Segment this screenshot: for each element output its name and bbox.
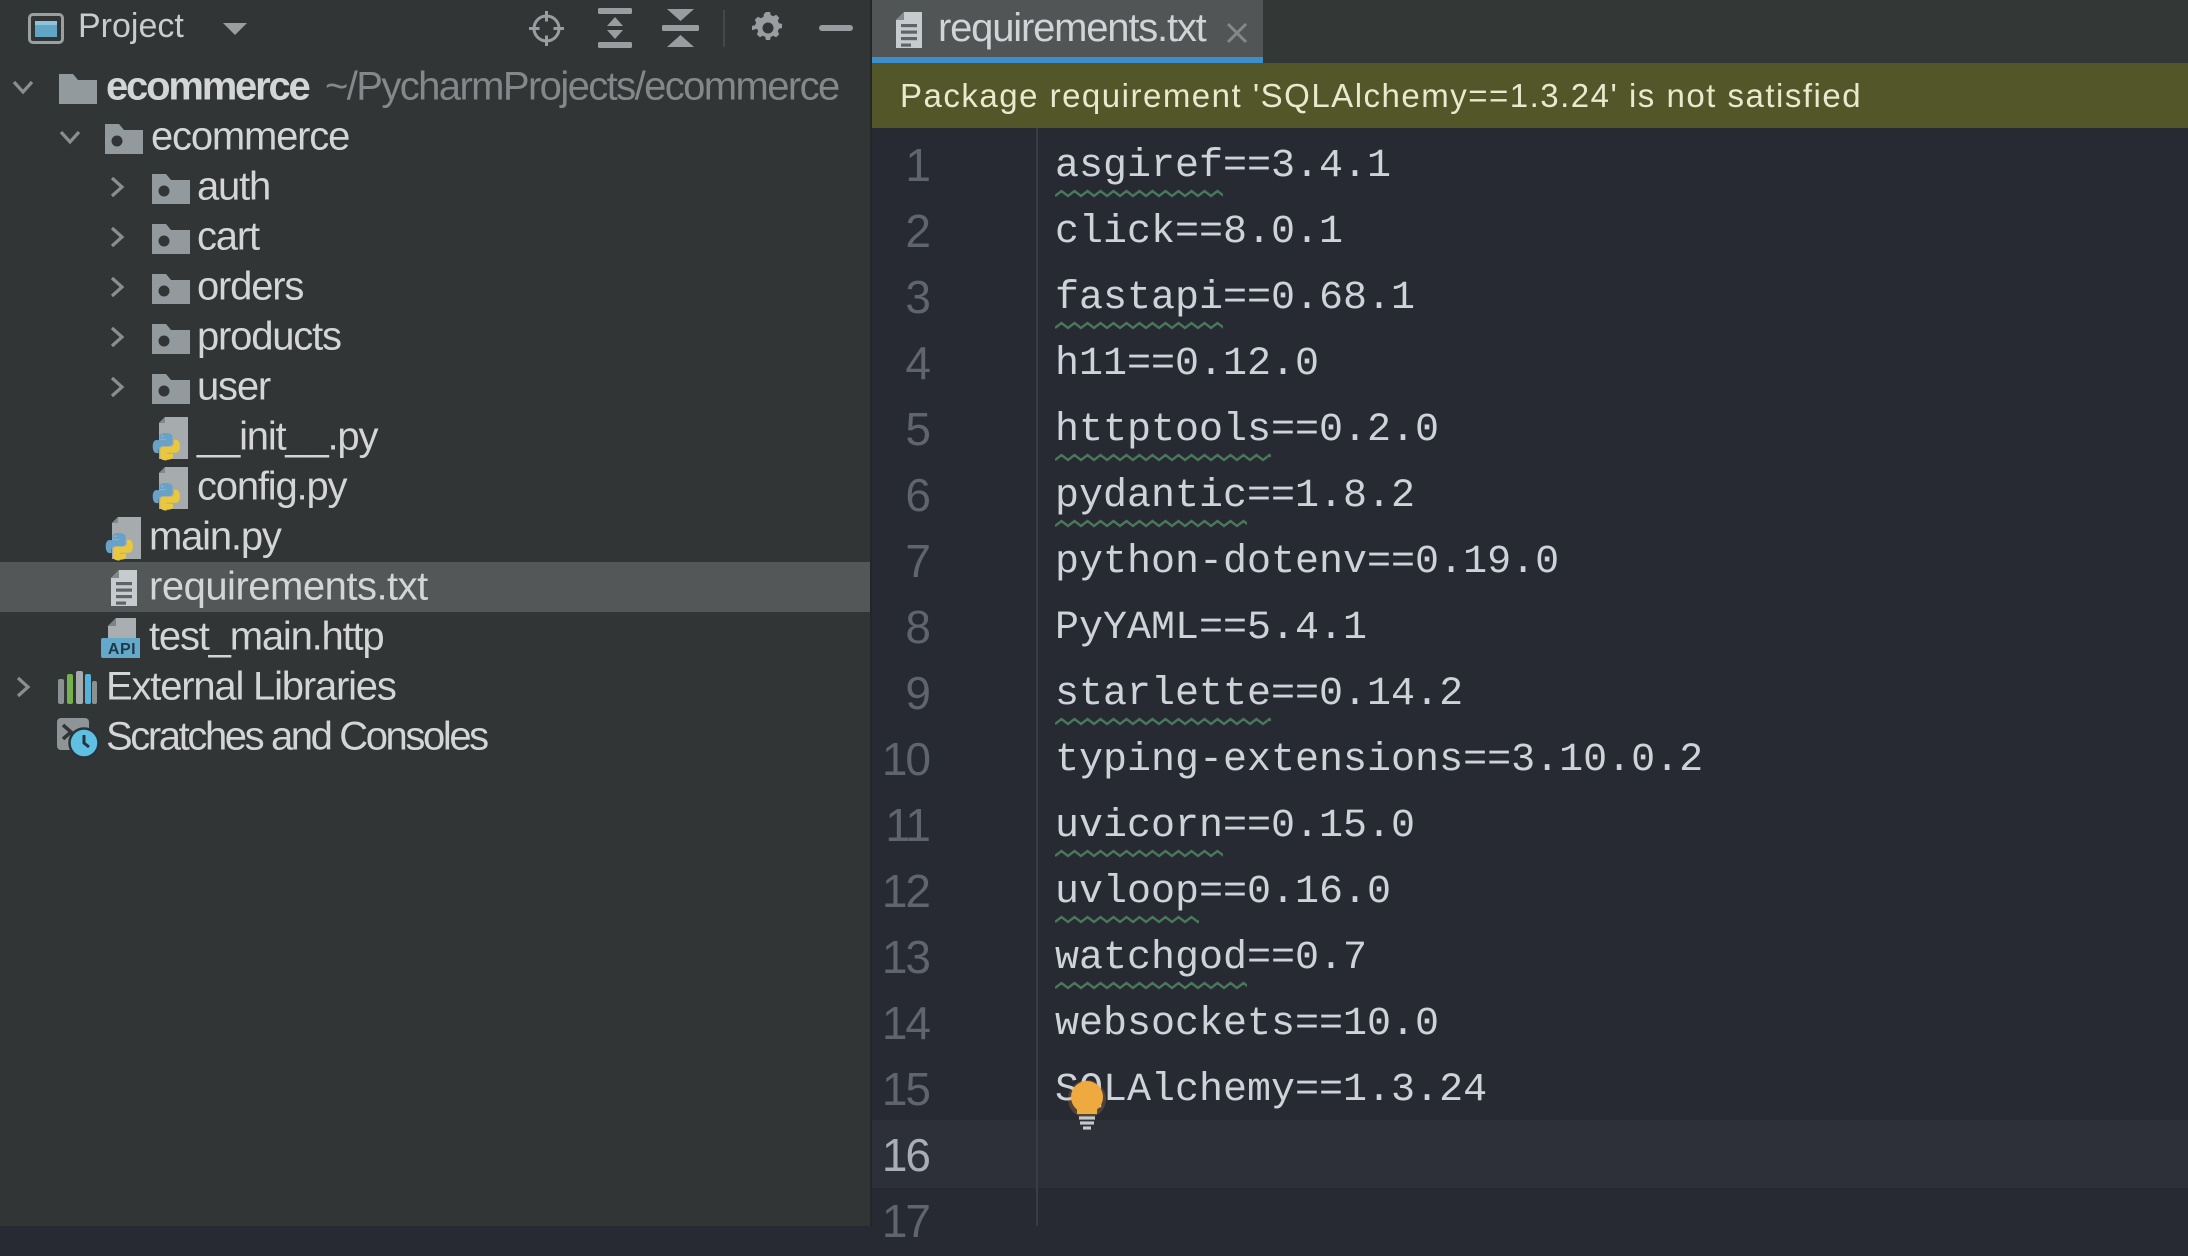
svg-text:API: API (108, 641, 136, 658)
